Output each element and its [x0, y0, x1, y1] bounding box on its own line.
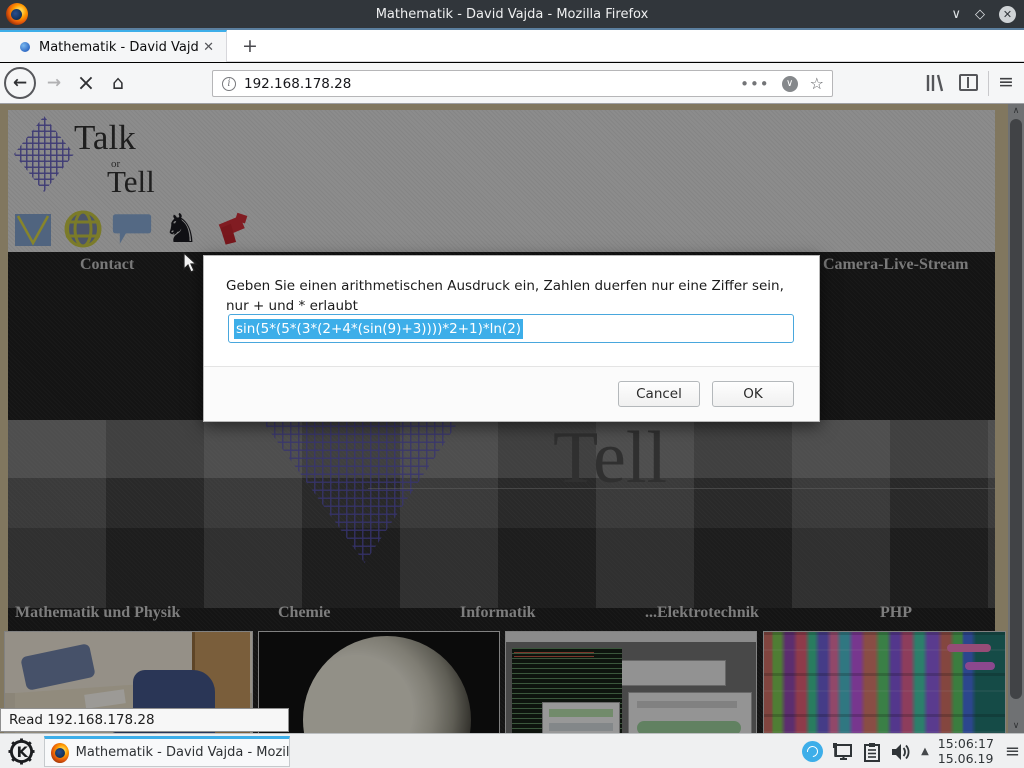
svg-text:K: K	[17, 745, 29, 761]
taskbar: K Mathematik - David Vajda - Mozilla ...	[0, 733, 1024, 768]
hamburger-menu-icon[interactable]: ≡	[998, 71, 1014, 93]
mouse-cursor	[183, 252, 199, 274]
cancel-button[interactable]: Cancel	[618, 381, 700, 407]
new-tab-button[interactable]: +	[236, 34, 264, 58]
dialog-message: Geben Sie einen arithmetischen Ausdruck …	[226, 277, 796, 316]
bookmark-star-icon[interactable]: ☆	[810, 74, 824, 93]
ok-button[interactable]: OK	[712, 381, 794, 407]
close-icon[interactable]: ✕	[999, 6, 1016, 23]
tab-title: Mathematik - David Vajda	[39, 40, 199, 55]
window-titlebar: Mathematik - David Vajda - Mozilla Firef…	[0, 0, 1024, 28]
tray-network-icon[interactable]	[832, 742, 854, 762]
url-bar[interactable]: i 192.168.178.28 ••• ∨ ☆	[212, 70, 833, 97]
tab-close-icon[interactable]: ✕	[199, 38, 218, 57]
firefox-icon	[51, 743, 69, 763]
url-text[interactable]: 192.168.178.28	[244, 76, 740, 92]
back-button[interactable]: ←	[4, 67, 36, 99]
taskbar-clock[interactable]: 15:06:17 15.06.19	[938, 737, 994, 766]
page-viewport: Talk or Tell	[0, 104, 1024, 733]
library-icon[interactable]	[925, 73, 947, 93]
prompt-dialog: Geben Sie einen arithmetischen Ausdruck …	[203, 255, 820, 422]
site-favicon	[20, 42, 30, 52]
tab-bar: Mathematik - David Vajda ✕ +	[0, 30, 1024, 62]
navigation-toolbar: ← → × ⌂ i 192.168.178.28 ••• ∨ ☆ ≡	[0, 63, 1024, 104]
kde-launcher-icon[interactable]: K	[8, 738, 35, 765]
sidebar-toggle-icon[interactable]	[959, 74, 978, 91]
minimize-icon[interactable]: ∨	[951, 8, 961, 21]
tray-clock-sync-icon[interactable]	[802, 741, 823, 762]
expression-input[interactable]: sin(5*(5*(3*(2+4*(sin(9)+3))))*2+1)*ln(2…	[228, 314, 794, 343]
toolbar-separator	[988, 71, 989, 96]
firefox-icon	[6, 3, 28, 25]
page-actions-icon[interactable]: •••	[740, 75, 770, 93]
status-bar: Read 192.168.178.28	[0, 708, 289, 732]
home-button[interactable]: ⌂	[104, 67, 132, 99]
tray-volume-icon[interactable]	[890, 742, 912, 762]
system-tray: ▲ 15:06:17 15.06.19 ≡	[802, 734, 1020, 768]
clock-date: 15.06.19	[938, 751, 994, 766]
tab-mathematik[interactable]: Mathematik - David Vajda ✕	[0, 30, 227, 62]
input-selected-text: sin(5*(5*(3*(2+4*(sin(9)+3))))*2+1)*ln(2…	[234, 319, 523, 339]
tray-expand-icon[interactable]: ▲	[921, 746, 929, 757]
tray-clipboard-icon[interactable]	[863, 742, 881, 762]
maximize-icon[interactable]: ◇	[975, 8, 985, 21]
pocket-icon[interactable]: ∨	[782, 76, 798, 92]
taskbar-window-title: Mathematik - David Vajda - Mozilla ...	[76, 745, 289, 760]
panel-menu-icon[interactable]: ≡	[1005, 741, 1020, 762]
clock-time: 15:06:17	[938, 736, 994, 751]
status-text: Read 192.168.178.28	[9, 712, 155, 728]
desktop: Mathematik - David Vajda - Mozilla Firef…	[0, 0, 1024, 768]
taskbar-firefox-button[interactable]: Mathematik - David Vajda - Mozilla ...	[44, 736, 290, 767]
window-title: Mathematik - David Vajda - Mozilla Firef…	[0, 7, 1024, 22]
site-info-icon[interactable]: i	[222, 77, 236, 91]
stop-button[interactable]: ×	[72, 67, 100, 99]
dialog-footer: Cancel OK	[204, 366, 819, 421]
forward-button[interactable]: →	[40, 67, 68, 99]
